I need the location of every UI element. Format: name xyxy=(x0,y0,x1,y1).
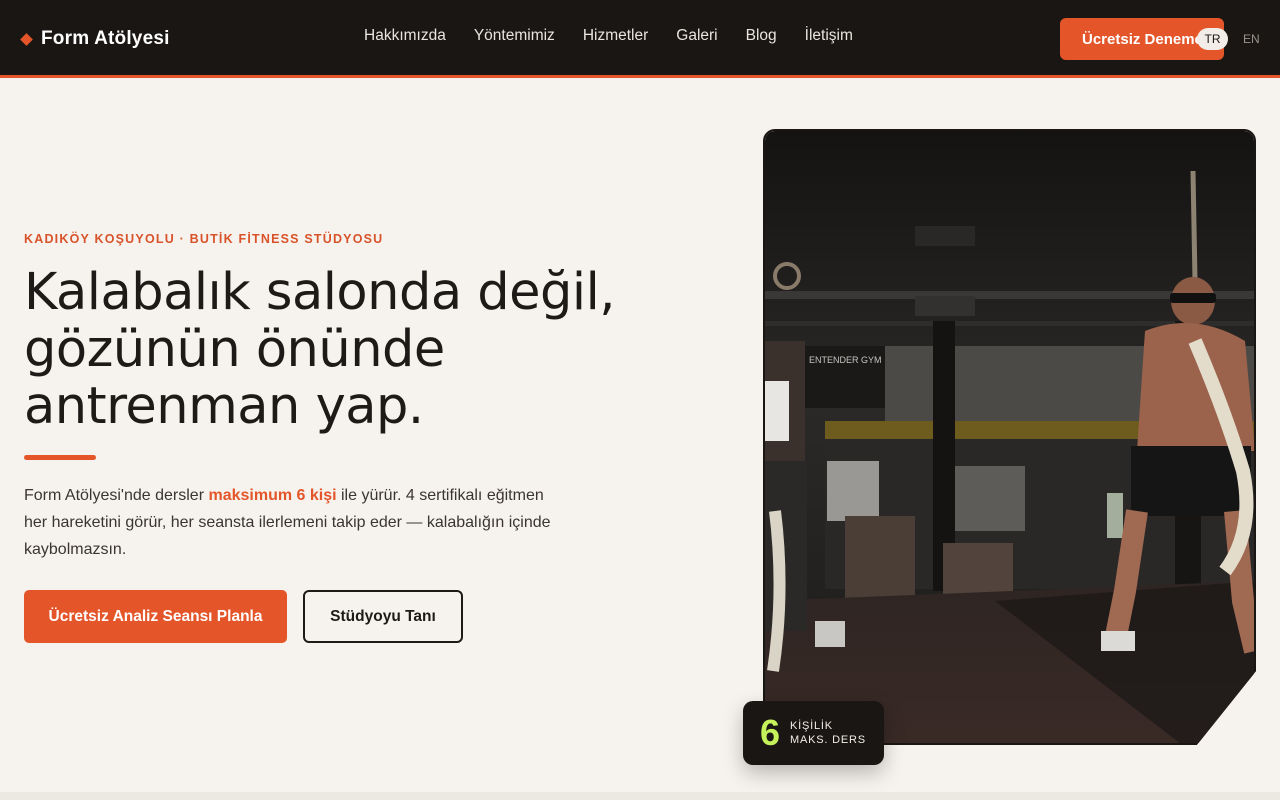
headline-underline xyxy=(24,455,96,460)
nav-link-contact[interactable]: İletişim xyxy=(805,27,853,45)
main-nav: Hakkımızda Yöntemimiz Hizmetler Galeri B… xyxy=(364,27,853,45)
logo[interactable]: Form Atölyesi xyxy=(20,28,170,50)
lead-text-start: Form Atölyesi'nde dersler xyxy=(24,487,209,504)
nav-link-method[interactable]: Yöntemimiz xyxy=(474,27,555,45)
hero-headline: Kalabalık salonda değil, gözünün önünde … xyxy=(24,263,615,436)
language-tr-toggle[interactable]: TR xyxy=(1197,28,1228,50)
gym-photo-illustration: ENTENDER GYM xyxy=(765,131,1254,743)
photo-sign-text: ENTENDER GYM xyxy=(809,355,882,365)
class-size-badge: 6 KİŞİLİK MAKS. DERS xyxy=(743,701,884,765)
badge-label-line1: KİŞİLİK xyxy=(790,720,833,732)
badge-label-line2: MAKS. DERS xyxy=(790,734,866,746)
diamond-logo-icon xyxy=(20,32,33,46)
logo-text: Form Atölyesi xyxy=(41,28,170,49)
site-header: Form Atölyesi Hakkımızda Yöntemimiz Hizm… xyxy=(0,0,1280,78)
hero-photo: ENTENDER GYM xyxy=(763,129,1256,745)
badge-number: 6 xyxy=(760,712,781,753)
hero-eyebrow: KADIKÖY KOŞUYOLU · BUTİK FİTNESS STÜDYOS… xyxy=(24,232,384,246)
nav-link-about[interactable]: Hakkımızda xyxy=(364,27,446,45)
nav-link-blog[interactable]: Blog xyxy=(746,27,777,45)
discover-studio-button[interactable]: Stüdyoyu Tanı xyxy=(303,590,463,643)
nav-link-services[interactable]: Hizmetler xyxy=(583,27,648,45)
section-divider xyxy=(0,792,1280,800)
language-en-toggle[interactable]: EN xyxy=(1243,32,1260,46)
badge-label: KİŞİLİK MAKS. DERS xyxy=(790,719,866,747)
lead-highlight: maksimum 6 kişi xyxy=(208,487,337,504)
hero-lead: Form Atölyesi'nde dersler maksimum 6 kiş… xyxy=(24,482,554,563)
nav-link-gallery[interactable]: Galeri xyxy=(676,27,717,45)
free-analysis-button[interactable]: Ücretsiz Analiz Seansı Planla xyxy=(24,590,287,643)
